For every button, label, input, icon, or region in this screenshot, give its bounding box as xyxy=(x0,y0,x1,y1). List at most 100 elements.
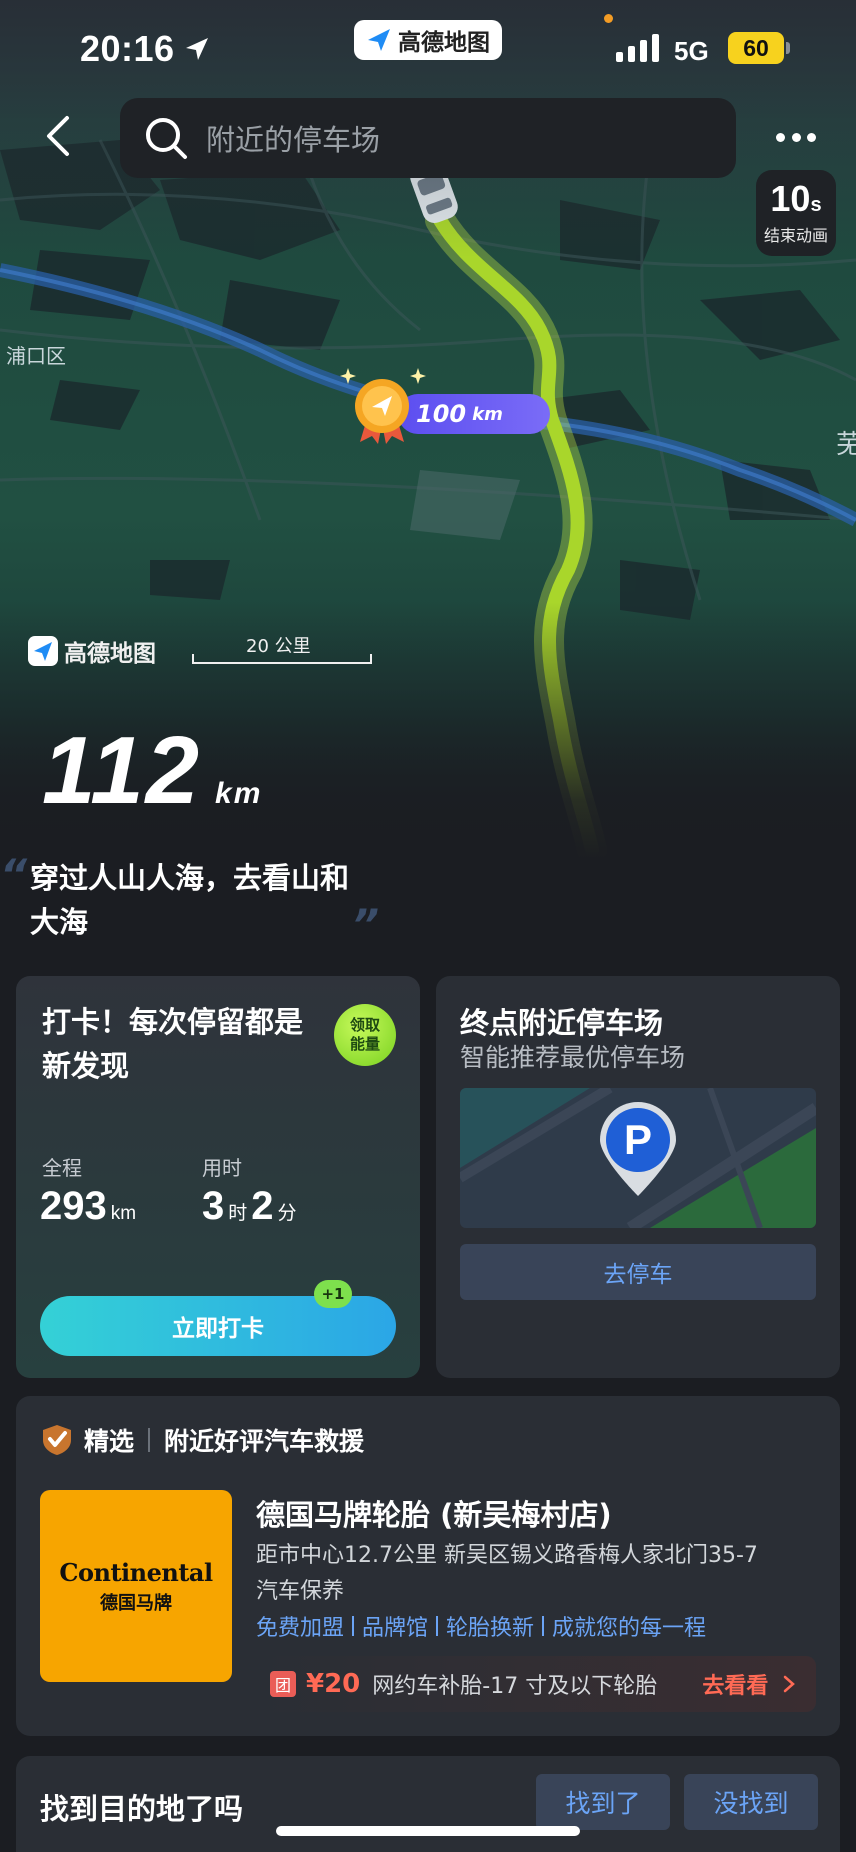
shop-category: 汽车保养 xyxy=(256,1579,345,1604)
total-distance: 112 km xyxy=(42,716,262,826)
shop-logo-en: Continental xyxy=(59,1557,213,1587)
shop-tag: 品牌馆 xyxy=(362,1616,429,1641)
shield-check-icon xyxy=(43,1425,71,1455)
place-label-left: 浦口区 xyxy=(6,344,66,368)
amap-logo-icon xyxy=(368,29,390,51)
shop-name[interactable]: 德国马牌轮胎 (新吴梅村店) xyxy=(256,1492,612,1534)
search-bar[interactable]: 附近的停车场 xyxy=(120,98,736,178)
checkin-card: 打卡！每次停留都是新发现 领取 能量 全程 293 km 用时 3时2分 立即打卡 … xyxy=(16,976,420,1378)
status-time: 20:16 xyxy=(80,28,175,69)
not-found-button-label: 没找到 xyxy=(713,1789,789,1818)
more-dot xyxy=(791,132,801,142)
battery-icon: 60 xyxy=(728,32,784,64)
milestone-value: 100 xyxy=(416,400,467,428)
app-pill[interactable]: 高德地图 xyxy=(354,20,502,60)
duration-label: 用时 xyxy=(202,1156,242,1180)
go-parking-label: 去停车 xyxy=(603,1262,673,1288)
checkin-button-label: 立即打卡 xyxy=(172,1316,264,1342)
energy-badge-line1: 领取 xyxy=(349,1016,380,1034)
found-button-label: 找到了 xyxy=(565,1789,641,1818)
battery-tip xyxy=(786,42,790,54)
shop-logo-cn: 德国马牌 xyxy=(100,1592,172,1614)
found-button[interactable]: 找到了 xyxy=(536,1774,670,1830)
signal-icon xyxy=(616,34,659,62)
amap-logo-icon xyxy=(28,636,58,666)
chevron-right-icon xyxy=(783,1675,795,1693)
search-placeholder: 附近的停车场 xyxy=(206,123,381,157)
deal-row[interactable]: 团 ¥20 网约车补胎-17 寸及以下轮胎 去看看 xyxy=(254,1656,816,1712)
more-button[interactable] xyxy=(776,122,816,152)
shop-tag: 轮胎换新 xyxy=(446,1616,535,1641)
parking-map-thumbnail: P xyxy=(460,1088,816,1228)
parking-pin-letter: P xyxy=(624,1116,652,1163)
duration-stat: 3时2分 xyxy=(202,1184,301,1229)
go-parking-button[interactable]: 去停车 xyxy=(460,1244,816,1300)
distance-label: 全程 xyxy=(42,1156,82,1180)
app-pill-label: 高德地图 xyxy=(398,30,490,56)
parking-pin-icon: P xyxy=(600,1102,676,1196)
location-arrow-icon xyxy=(186,38,208,60)
quote-close-mark: ” xyxy=(352,900,380,949)
tag-divider xyxy=(436,1616,439,1636)
search-icon xyxy=(146,118,187,159)
destination-found-bar: 找到目的地了吗 找到了 没找到 xyxy=(16,1756,840,1852)
deal-price: ¥20 xyxy=(306,1669,361,1699)
map-logo: 高德地图 xyxy=(28,634,156,668)
deal-description: 网约车补胎-17 寸及以下轮胎 xyxy=(372,1674,658,1699)
hours-value: 3 xyxy=(202,1184,225,1228)
tag-divider xyxy=(352,1616,355,1636)
total-distance-unit: km xyxy=(215,777,263,810)
total-distance-value: 112 xyxy=(42,717,202,824)
milestone-bubble: 100 km xyxy=(398,394,550,434)
network-type: 5G xyxy=(674,36,709,66)
recommendation-card[interactable]: 精选 附近好评汽车救援 Continental 德国马牌 德国马牌轮胎 (新吴梅… xyxy=(16,1396,840,1736)
status-bar: 20:16 高德地图 5G 60 xyxy=(0,0,856,100)
distance-stat: 293 km xyxy=(40,1184,140,1229)
privacy-dot xyxy=(604,14,613,23)
checkin-title: 打卡！每次停留都是新发现 xyxy=(42,1005,304,1083)
shop-tag: 成就您的每一程 xyxy=(552,1616,707,1641)
destination-question: 找到目的地了吗 xyxy=(40,1792,244,1826)
not-found-button[interactable]: 没找到 xyxy=(684,1774,818,1830)
distance-value: 293 xyxy=(40,1184,107,1228)
recommendation-header: 精选 附近好评汽车救援 xyxy=(42,1422,364,1458)
chevron-left-icon xyxy=(47,116,69,156)
shop-logo[interactable]: Continental 德国马牌 xyxy=(40,1490,232,1682)
more-dot xyxy=(807,132,816,142)
group-deal-icon: 团 xyxy=(270,1671,296,1697)
timer-label: 结束动画 xyxy=(763,226,828,245)
tag-divider xyxy=(542,1616,545,1636)
back-button[interactable] xyxy=(30,108,86,164)
deal-link[interactable]: 去看看 xyxy=(702,1668,796,1700)
end-animation-button[interactable]: 10s 结束动画 xyxy=(756,170,836,256)
map-logo-text: 高德地图 xyxy=(64,641,156,667)
place-label-right: 芜 xyxy=(836,430,856,460)
hours-unit: 时 xyxy=(228,1203,248,1224)
recommendation-heading: 附近好评汽车救援 xyxy=(164,1427,365,1456)
deal-link-label: 去看看 xyxy=(702,1674,769,1699)
timer-unit: s xyxy=(810,194,822,216)
parking-subtitle: 智能推荐最优停车场 xyxy=(460,1043,686,1072)
header-divider xyxy=(148,1428,151,1452)
shop-tag: 免费加盟 xyxy=(256,1616,345,1641)
shop-address: 距市中心12.7公里 新吴区锡义路香梅人家北门35-7 xyxy=(256,1543,758,1568)
minutes-unit: 分 xyxy=(277,1203,297,1224)
energy-badge[interactable]: 领取 能量 xyxy=(334,1004,396,1066)
recommendation-tag: 精选 xyxy=(84,1427,135,1456)
more-dot xyxy=(776,132,785,142)
distance-unit: km xyxy=(110,1203,137,1224)
timer-seconds: 10 xyxy=(770,178,811,219)
quote-open-mark: “ xyxy=(0,850,28,899)
home-indicator[interactable] xyxy=(276,1826,580,1836)
map-scale-bar xyxy=(192,654,372,664)
sparkle-icon xyxy=(340,368,426,384)
energy-badge-line2: 能量 xyxy=(349,1035,380,1053)
parking-title: 终点附近停车场 xyxy=(460,1006,664,1040)
battery-level: 60 xyxy=(743,34,769,61)
parking-card[interactable]: 终点附近停车场 智能推荐最优停车场 P 去停车 xyxy=(436,976,840,1378)
plus-one-badge: +1 xyxy=(314,1280,352,1308)
timer-value: 10s xyxy=(756,178,836,220)
milestone-unit: km xyxy=(472,403,503,425)
minutes-value: 2 xyxy=(251,1184,274,1228)
shop-tags: 免费加盟 品牌馆 轮胎换新 成就您的每一程 xyxy=(256,1610,706,1642)
